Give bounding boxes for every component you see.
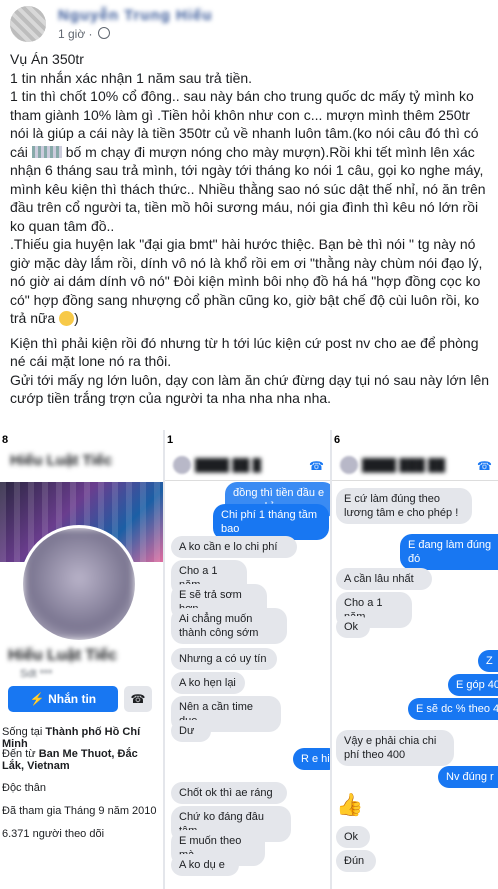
message-button-label: Nhắn tin <box>48 692 97 706</box>
message-bubble: Chốt ok thì ae ráng <box>171 782 287 804</box>
info-lives: Sống tại Thành phố Hồ Chí Minh <box>2 726 163 750</box>
blurred-word <box>31 145 62 158</box>
phone-icon[interactable]: ☎ <box>124 686 152 712</box>
post-time[interactable]: 1 giờ · <box>58 27 110 41</box>
profile-subtitle: Sdt *** <box>20 668 53 680</box>
message-bubble: E sẽ dc % theo 40 <box>408 698 498 720</box>
message-bubble: E cứ làm đúng theo lương tâm e cho phép … <box>336 488 472 524</box>
profile-header-name: Hiếu Luật Tiếc <box>10 452 113 469</box>
post-line: 1 tin thì chốt 10% cổ đông.. sau này bán… <box>10 87 490 235</box>
post-body: Vụ Án 350tr 1 tin nhắn xác nhận 1 năm sa… <box>10 50 490 408</box>
profile-picture <box>20 525 138 643</box>
post-line: Gửi tới mấy ng lớn luôn, dạy con làm ăn … <box>10 371 490 407</box>
chat-avatar <box>173 456 191 474</box>
info-from: Đến từ Ban Me Thuot, Đắc Lắk, Vietnam <box>2 748 152 772</box>
profile-name: Hiếu Luật Tiếc <box>8 647 118 664</box>
post-header: Nguyễn Trung Hiếu 1 giờ · <box>0 0 498 50</box>
message-bubble: E đang làm đúng đó <box>400 534 498 570</box>
chat-name: ████ ███ ██ <box>362 458 446 472</box>
message-bubble: Ai chẳng muốn thành công sớm <box>171 608 287 644</box>
phone-icon[interactable]: ☎ <box>477 459 492 473</box>
post-line: Vụ Án 350tr <box>10 51 84 67</box>
author-avatar[interactable] <box>10 6 46 42</box>
message-bubble: Ok <box>336 826 370 848</box>
message-bubble: Nhưng a có uy tín <box>171 648 277 670</box>
chat-name: ████ ██ █ <box>195 458 262 472</box>
message-bubble: Dư <box>171 720 211 742</box>
like-icon: 👍 <box>336 792 364 817</box>
message-bubble: Ok <box>336 616 370 638</box>
chat-header: ████ ███ ██ ☎ <box>332 450 498 481</box>
profile-screenshot: 8 Hiếu Luật Tiếc Hiếu Luật Tiếc Sdt *** … <box>0 430 163 889</box>
info-joined: Đã tham gia Tháng 9 năm 2010 <box>2 805 157 817</box>
info-status: Độc thân <box>2 782 47 794</box>
post-line: 1 tin nhắn xác nhận 1 năm sau trả tiền. <box>10 69 253 86</box>
message-bubble: A cần lâu nhất <box>336 568 432 590</box>
message-button[interactable]: ⚡ Nhắn tin <box>8 686 118 712</box>
globe-icon <box>97 27 110 39</box>
chat-screenshot-2: 6 ████ ███ ██ ☎ E cứ làm đúng theo lương… <box>332 430 498 889</box>
smile-emoji-icon <box>59 311 75 326</box>
post-line: .Thiếu gia huyện lak "đại gia bmt" hài h… <box>10 236 483 326</box>
chat-header: ████ ██ █ ☎ <box>165 450 330 481</box>
post-line-text: .Thiếu gia huyện lak "đại gia bmt" hài h… <box>10 236 483 326</box>
author-name[interactable]: Nguyễn Trung Hiếu <box>58 7 213 24</box>
message-bubble: R e hi <box>293 748 330 770</box>
message-bubble: A ko cần e lo chi phí <box>171 536 297 558</box>
message-bubble: Nv đúng r <box>438 766 498 788</box>
chat-avatar <box>340 456 358 474</box>
chat-screenshot-1: 1 ████ ██ █ ☎ đồng thì tiền đầu e xoay c… <box>165 430 330 889</box>
status-time: 1 <box>167 434 174 446</box>
messenger-icon: ⚡ <box>29 692 45 706</box>
status-time: 6 <box>334 434 341 446</box>
message-bubble: Đún <box>336 850 376 872</box>
post-time-text[interactable]: 1 giờ · <box>58 27 93 41</box>
post-line-text: bố m chạy đi mượn nóng cho mày mượn).Rồi… <box>10 143 486 234</box>
message-bubble: A ko dụ e <box>171 854 239 876</box>
message-bubble: A ko hẹn lại <box>171 672 245 694</box>
phone-icon[interactable]: ☎ <box>309 459 324 473</box>
message-bubble: Chi phí 1 tháng tầm bao <box>213 504 329 540</box>
info-label: Sống tại <box>2 726 46 738</box>
screenshot-collage: 8 Hiếu Luật Tiếc Hiếu Luật Tiếc Sdt *** … <box>0 430 498 889</box>
message-bubble: E góp 40 <box>448 674 498 696</box>
info-followers: 6.371 người theo dõi <box>2 828 105 840</box>
info-label: Đến từ <box>2 748 39 760</box>
message-bubble: Vậy e phải chia chi phí theo 400 <box>336 730 454 766</box>
status-time: 8 <box>2 434 9 446</box>
post-line: Kiện thì phải kiện rồi đó nhưng từ h tới… <box>10 334 479 370</box>
message-bubble: Z <box>478 650 498 672</box>
